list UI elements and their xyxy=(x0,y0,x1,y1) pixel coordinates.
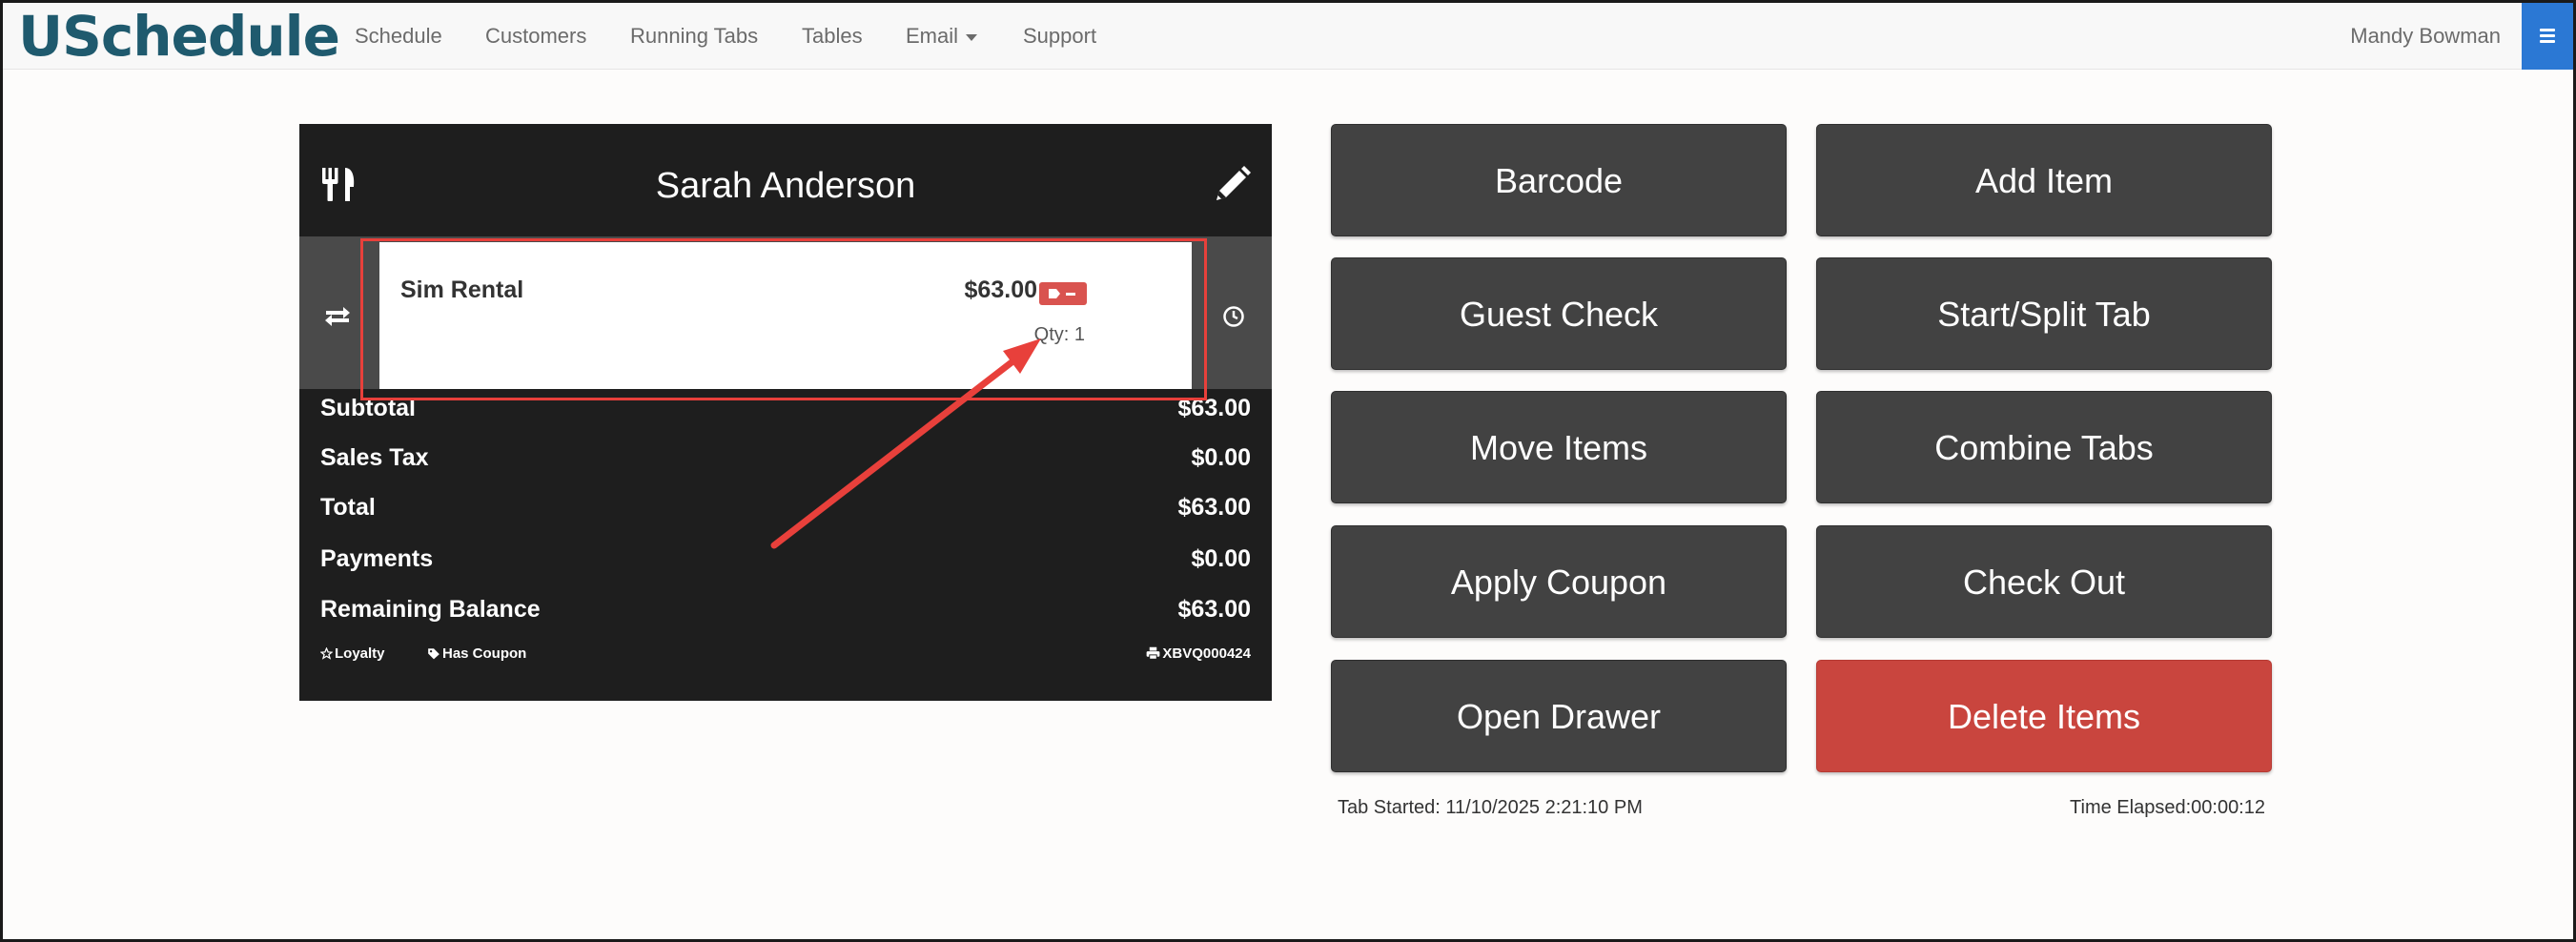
sales-tax-label: Sales Tax xyxy=(320,444,429,471)
coupon-badge[interactable]: Has Coupon xyxy=(427,645,526,662)
customer-name: Sarah Anderson xyxy=(655,166,916,206)
nav-support[interactable]: Support xyxy=(1023,3,1096,70)
delete-items-button[interactable]: Delete Items xyxy=(1816,660,2272,772)
total-row-total: Total $63.00 xyxy=(320,488,1251,526)
user-menu[interactable]: Mandy Bowman xyxy=(2350,3,2501,70)
coupon-label: Has Coupon xyxy=(442,645,527,662)
printer-icon xyxy=(1147,646,1160,660)
open-drawer-button[interactable]: Open Drawer xyxy=(1331,660,1787,772)
clock-icon[interactable] xyxy=(1222,305,1245,328)
add-item-button[interactable]: Add Item xyxy=(1816,124,2272,236)
star-icon xyxy=(320,647,333,660)
annotation-highlight-box xyxy=(360,238,1207,400)
tab-badges: Loyalty Has Coupon XBVQ000424 xyxy=(320,645,1251,674)
total-label: Total xyxy=(320,494,376,521)
top-navbar: USchedule Schedule Customers Running Tab… xyxy=(3,3,2573,70)
nav-customers[interactable]: Customers xyxy=(485,3,586,70)
total-value: $63.00 xyxy=(1177,494,1251,521)
loyalty-label: Loyalty xyxy=(335,645,385,662)
chevron-down-icon xyxy=(966,33,978,41)
nav-email-label: Email xyxy=(906,24,959,48)
payments-label: Payments xyxy=(320,545,434,572)
time-elapsed-text: Time Elapsed:00:00:12 xyxy=(2070,797,2265,818)
payments-value: $0.00 xyxy=(1191,545,1251,572)
pencil-icon[interactable] xyxy=(1213,166,1251,204)
nav-email[interactable]: Email xyxy=(906,3,978,70)
start-split-tab-button[interactable]: Start/Split Tab xyxy=(1816,257,2272,370)
total-row-sales-tax: Sales Tax $0.00 xyxy=(320,439,1251,477)
total-row-remaining-balance: Remaining Balance $63.00 xyxy=(320,590,1251,628)
tab-code: XBVQ000424 xyxy=(1162,645,1251,662)
move-items-button[interactable]: Move Items xyxy=(1331,391,1787,503)
tab-started-text: Tab Started: 11/10/2025 2:21:10 PM xyxy=(1338,797,1643,818)
tab-code-badge: XBVQ000424 xyxy=(1146,645,1251,662)
apply-coupon-button[interactable]: Apply Coupon xyxy=(1331,525,1787,638)
barcode-button[interactable]: Barcode xyxy=(1331,124,1787,236)
combine-tabs-button[interactable]: Combine Tabs xyxy=(1816,391,2272,503)
remaining-balance-label: Remaining Balance xyxy=(320,596,541,623)
remaining-balance-value: $63.00 xyxy=(1177,596,1251,623)
nav-tables[interactable]: Tables xyxy=(802,3,863,70)
total-row-payments: Payments $0.00 xyxy=(320,540,1251,578)
tag-icon xyxy=(428,648,440,660)
guest-check-button[interactable]: Guest Check xyxy=(1331,257,1787,370)
check-out-button[interactable]: Check Out xyxy=(1816,525,2272,638)
nav-schedule[interactable]: Schedule xyxy=(355,3,442,70)
sales-tax-value: $0.00 xyxy=(1191,444,1251,471)
tab-header: Sarah Anderson xyxy=(299,124,1272,236)
loyalty-badge[interactable]: Loyalty xyxy=(320,645,385,662)
nav-running-tabs[interactable]: Running Tabs xyxy=(630,3,758,70)
tab-panel: Sarah Anderson Sim Rental $63.00 Qty: 1 … xyxy=(299,124,1272,701)
fork-knife-icon[interactable] xyxy=(320,166,358,202)
hamburger-icon[interactable] xyxy=(2522,3,2573,70)
brand-logo[interactable]: USchedule xyxy=(18,5,340,68)
transfer-icon[interactable] xyxy=(324,305,351,326)
